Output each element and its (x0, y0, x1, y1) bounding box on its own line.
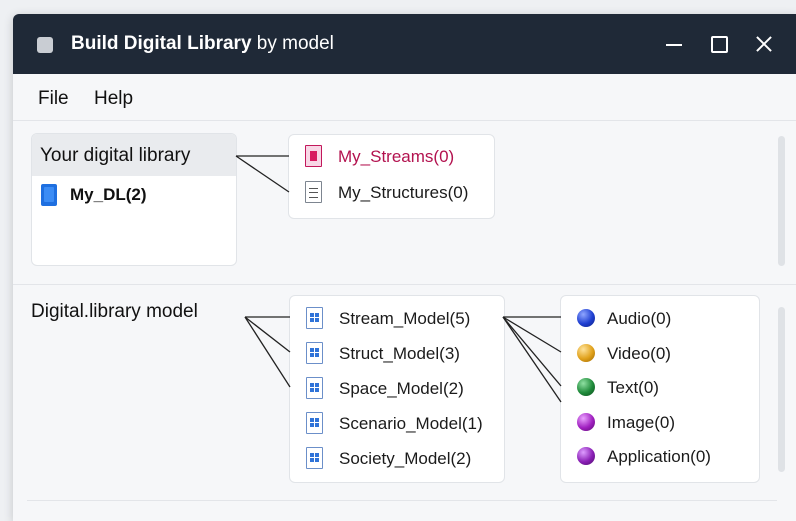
media-item-label: Application(0) (607, 447, 711, 466)
app-icon (37, 37, 53, 53)
green-sphere-icon (577, 378, 595, 396)
tree-item-label: My_Streams(0) (338, 147, 455, 166)
connector-line (502, 316, 562, 387)
tree-item-my-structures[interactable]: My_Structures(0) (301, 179, 486, 207)
document-icon (305, 181, 322, 203)
connector-line (244, 316, 291, 353)
title-bar: Build Digital Library by model (13, 14, 796, 74)
media-item-audio[interactable]: Audio(0) (573, 305, 758, 333)
media-item-label: Video(0) (607, 344, 671, 363)
model-doc-icon (306, 447, 323, 469)
model-section-label: Digital.library model (31, 301, 198, 322)
model-item-space[interactable]: Space_Model(2) (302, 375, 487, 403)
model-doc-icon (306, 377, 323, 399)
tree-item-label: My_Structures(0) (338, 183, 469, 202)
purple-sphere-icon (577, 447, 595, 465)
connector-line (502, 316, 562, 403)
media-item-video[interactable]: Video(0) (573, 340, 758, 368)
maximize-button[interactable] (705, 30, 733, 58)
library-panel-title: Your digital library (40, 145, 191, 166)
menu-bar: File Help (13, 74, 796, 121)
connector-line (235, 155, 290, 193)
media-item-image[interactable]: Image(0) (573, 409, 758, 437)
close-button[interactable] (750, 30, 778, 58)
model-item-label: Scenario_Model(1) (339, 414, 483, 433)
model-item-label: Space_Model(2) (339, 379, 464, 398)
model-item-label: Society_Model(2) (339, 449, 472, 468)
purple-sphere-icon (577, 413, 595, 431)
minimize-button[interactable] (660, 30, 688, 58)
media-item-label: Text(0) (607, 378, 659, 397)
media-item-application[interactable]: Application(0) (573, 443, 758, 471)
app-window: Build Digital Library by model File Help… (13, 14, 796, 521)
bottom-divider (27, 500, 777, 501)
connector-line (244, 316, 291, 388)
stream-doc-icon (305, 145, 322, 167)
models-card: Stream_Model(5) Struct_Model(3) Space_Mo… (289, 295, 505, 483)
window-title-bold: Build Digital Library (71, 33, 252, 54)
media-item-text[interactable]: Text(0) (573, 374, 758, 402)
library-tree-card: My_Streams(0) My_Structures(0) (288, 134, 495, 219)
library-panel: Your digital library My_DL(2) (31, 133, 237, 266)
model-item-stream[interactable]: Stream_Model(5) (302, 305, 487, 333)
model-item-scenario[interactable]: Scenario_Model(1) (302, 410, 487, 438)
menu-help[interactable]: Help (94, 88, 133, 110)
model-item-society[interactable]: Society_Model(2) (302, 445, 487, 473)
model-doc-icon (306, 342, 323, 364)
orange-sphere-icon (577, 344, 595, 362)
media-item-label: Audio(0) (607, 309, 672, 328)
model-item-label: Stream_Model(5) (339, 309, 471, 328)
model-item-label: Struct_Model(3) (339, 344, 460, 363)
model-doc-icon (306, 307, 323, 329)
section-divider (13, 284, 796, 285)
window-title: Build Digital Library by model (71, 32, 334, 56)
menu-file[interactable]: File (38, 88, 69, 110)
model-doc-icon (306, 412, 323, 434)
scrollbar-model[interactable] (778, 307, 785, 472)
connector-line (502, 316, 562, 353)
blue-sphere-icon (577, 309, 595, 327)
library-item-label: My_DL(2) (70, 185, 147, 204)
book-icon (41, 184, 57, 206)
scrollbar-library[interactable] (778, 136, 785, 266)
library-item-my-dl[interactable]: My_DL(2) (40, 182, 220, 208)
window-title-rest: by model (251, 33, 334, 54)
media-types-card: Audio(0) Video(0) Text(0) Image(0) Appli… (560, 295, 760, 483)
library-panel-header: Your digital library (32, 134, 236, 176)
model-item-struct[interactable]: Struct_Model(3) (302, 340, 487, 368)
tree-item-my-streams[interactable]: My_Streams(0) (301, 143, 486, 171)
media-item-label: Image(0) (607, 413, 676, 432)
